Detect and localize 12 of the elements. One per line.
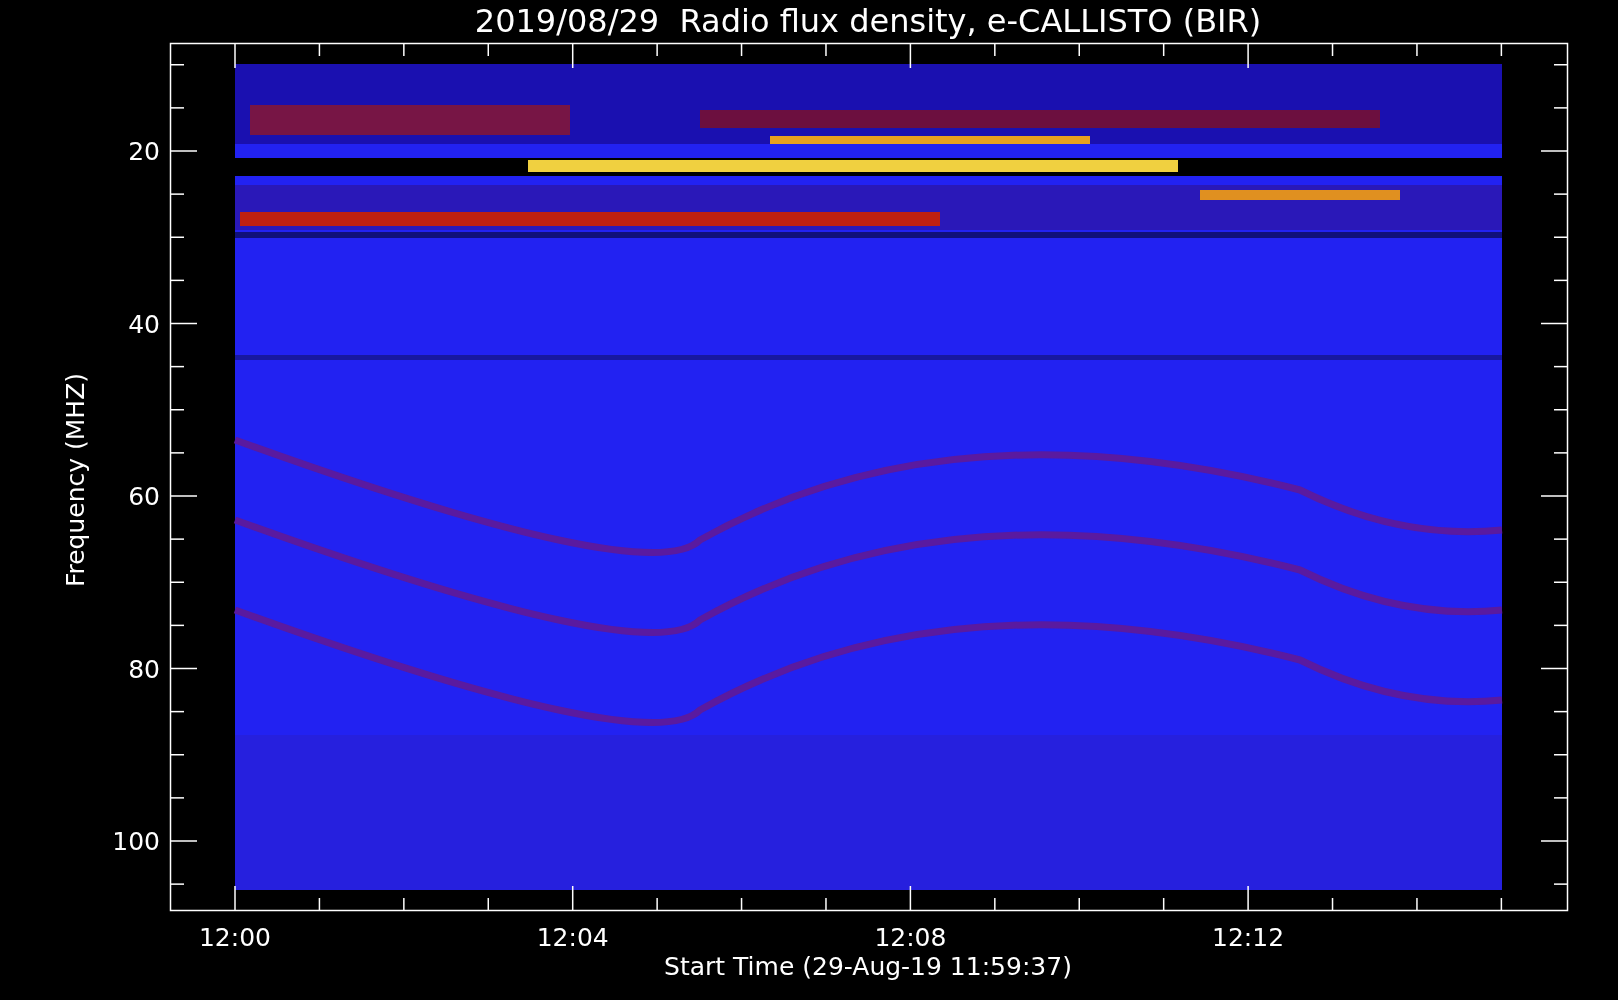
y-tick-label: 100 (112, 827, 160, 856)
x-axis-label: Start Time (29-Aug-19 11:59:37) (664, 952, 1072, 981)
x-tick-label: 12:04 (536, 923, 609, 952)
y-tick-label: 20 (128, 137, 160, 166)
y-tick-label: 40 (128, 309, 160, 339)
x-tick-label: 12:00 (199, 923, 271, 952)
y-tick-label: 80 (128, 654, 160, 684)
x-tick-label: 12:08 (874, 923, 947, 952)
y-tick-label: 60 (128, 482, 160, 511)
y-axis-label: Frequency (MHZ) (61, 372, 90, 588)
chart-title: 2019/08/29 Radio flux density, e-CALLISTO (BIR) (474, 2, 1262, 40)
x-tick-label: 12:12 (1212, 923, 1285, 952)
